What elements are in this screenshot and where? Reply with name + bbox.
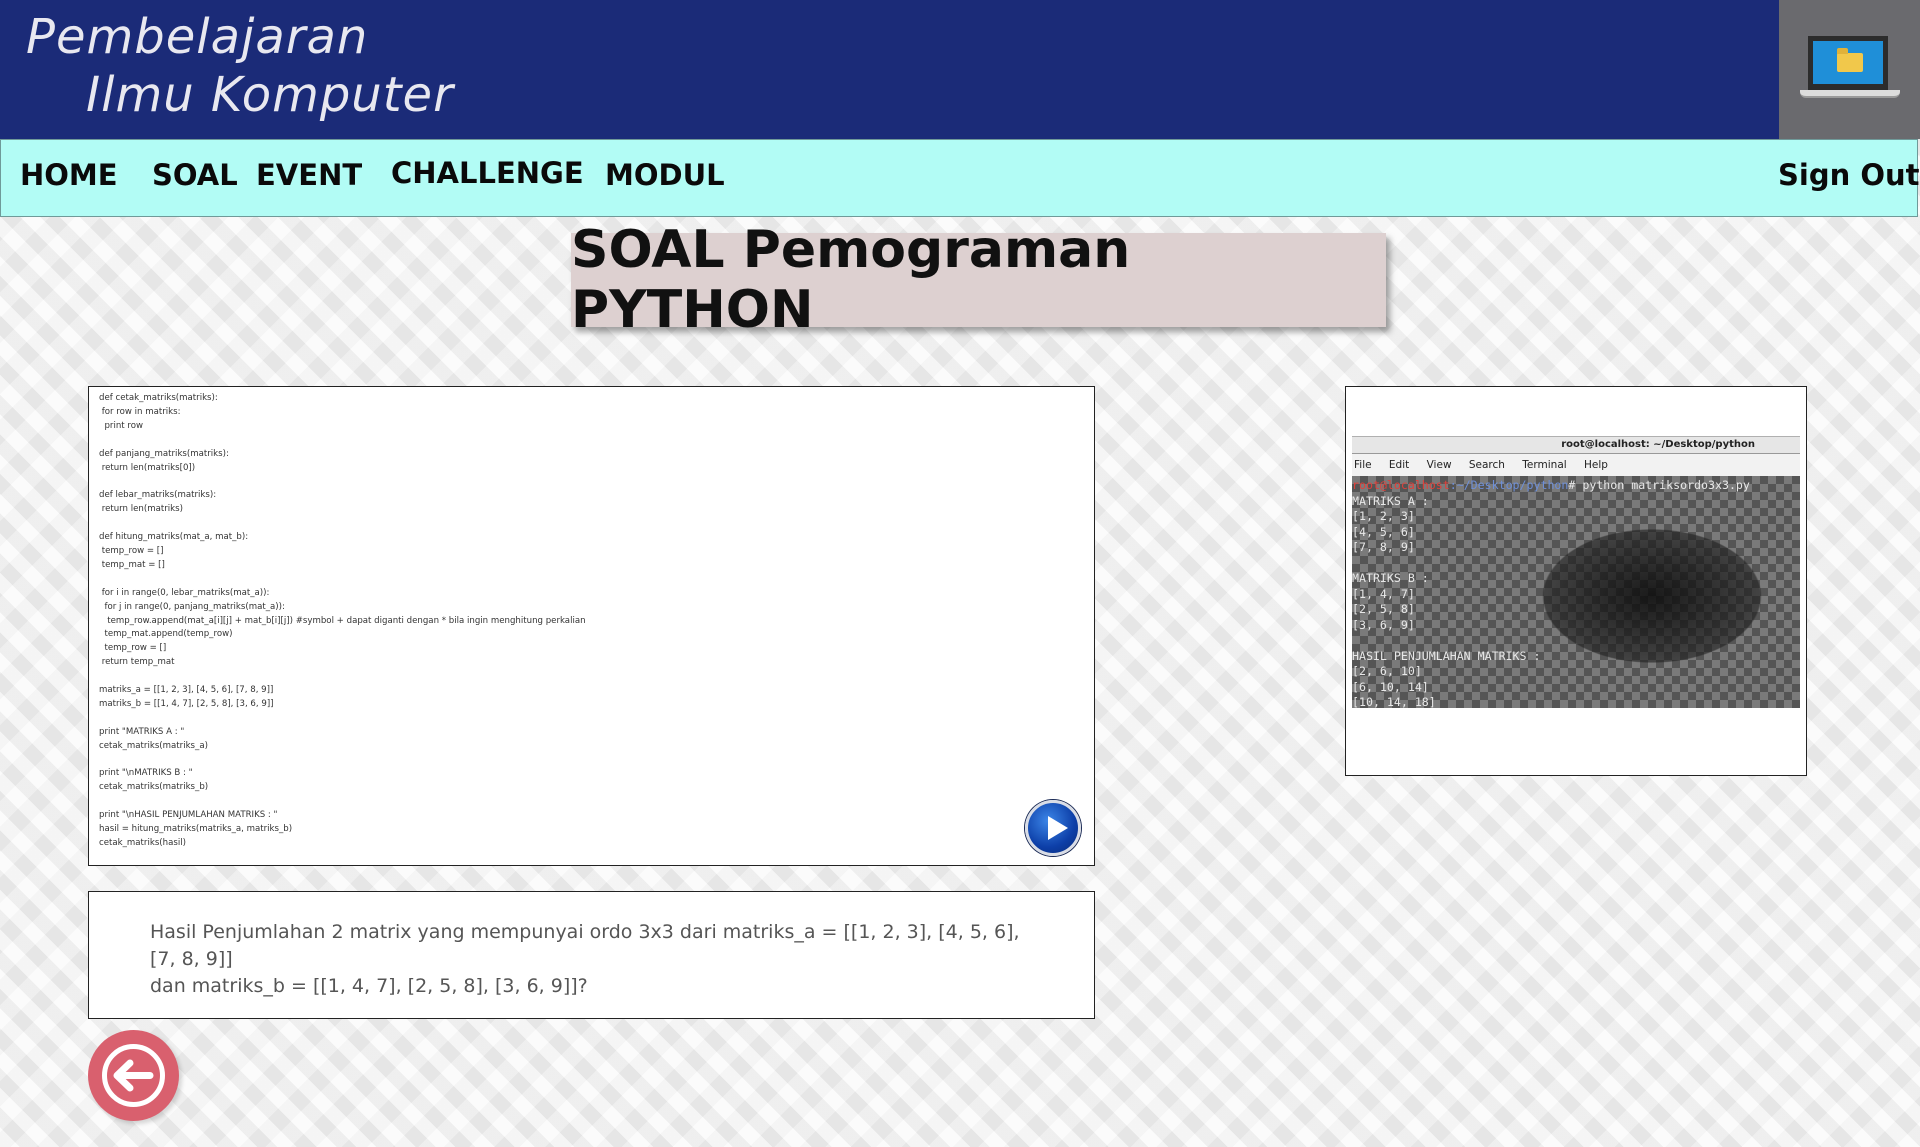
output-panel: root@localhost: ~/Desktop/python File Ed… [1345,386,1807,776]
terminal-output-line: MATRIKS B : [1352,571,1429,585]
terminal-command: # python matriksordo3x3.py [1568,478,1750,492]
terminal-output-line: [1, 2, 3] [1352,509,1415,523]
brand-line-2: Ilmu Komputer [86,67,454,123]
terminal-menu: File Edit View Search Terminal Help [1352,454,1800,476]
terminal-output: root@localhost:~/Desktop/python# python … [1352,478,1750,708]
nav-item-challenge[interactable]: CHALLENGE [391,156,584,190]
terminal-output-line: [10, 14, 18] [1352,695,1436,708]
code-line: cetak_matriks(matriks_b) [99,782,209,793]
code-line: temp_row.append(mat_a[i][j] + mat_b[i][j… [99,615,586,626]
code-line: cetak_matriks(matriks_a) [99,740,208,751]
back-button[interactable] [88,1030,179,1121]
code-line: matriks_b = [[1, 4, 7], [2, 5, 8], [3, 6… [99,698,274,709]
laptop-folder-icon [1808,36,1888,90]
code-line: def lebar_matriks(matriks): [99,490,217,501]
brand-line-1: Pembelajaran [26,9,369,65]
code-line: cetak_matriks(hasil) [99,838,186,848]
code-line: temp_mat = [] [99,559,165,570]
terminal-output-line: MATRIKS A : [1352,493,1429,508]
terminal-output-line: HASIL PENJUMLAHAN MATRIKS : [1352,648,1541,663]
nav-item-modul[interactable]: MODUL [605,158,725,192]
code-line: print "MATRIKS A : " [99,726,185,737]
code-line: return len(matriks[0]) [99,462,196,473]
nav-bar: HOME SOAL EVENT CHALLENGE MODUL Sign Out [0,139,1920,217]
code-line: for i in range(0, lebar_matriks(mat_a)): [99,587,270,598]
sign-out-link[interactable]: Sign Out [1778,158,1920,192]
page-title-box: SOAL Pemograman PYTHON [571,220,1386,340]
terminal-menu-help: Help [1584,459,1608,471]
question-line-1: Hasil Penjumlahan 2 matrix yang mempunya… [150,921,1020,970]
header-bar: Pembelajaran Ilmu Komputer [0,0,1779,140]
terminal-menu-view: View [1426,459,1452,471]
code-line: return len(matriks) [99,504,183,515]
terminal-menu-file: File [1354,459,1372,471]
terminal-output-line: [4, 5, 6] [1352,524,1415,539]
code-line: for j in range(0, panjang_matriks(mat_a)… [99,601,285,612]
terminal-prompt-path: :~/Desktop/python [1449,478,1569,492]
code-line: return temp_mat [99,657,175,668]
code-line: temp_row = [] [99,643,167,654]
nav-item-event[interactable]: EVENT [256,158,362,192]
terminal-output-line: [6, 10, 14] [1352,679,1429,694]
terminal-menu-edit: Edit [1388,459,1410,471]
terminal-prompt-user: root@localhost [1352,478,1450,492]
site-brand: Pembelajaran Ilmu Komputer [26,8,454,124]
terminal-body: root@localhost:~/Desktop/python# python … [1352,476,1800,708]
question-text: Hasil Penjumlahan 2 matrix yang mempunya… [150,919,1050,1000]
logo [1779,0,1920,139]
terminal-output-line: [1, 4, 7] [1352,586,1415,601]
code-line: def cetak_matriks(matriks): [99,393,218,403]
code-line: print "\nMATRIKS B : " [99,768,193,779]
terminal-output-line: [2, 6, 10] [1352,664,1422,678]
question-line-2: dan matriks_b = [[1, 4, 7], [2, 5, 8], [… [150,975,588,997]
code-panel: def cetak_matriks(matriks): for row in m… [88,386,1095,866]
terminal-title: root@localhost: ~/Desktop/python [1352,436,1800,454]
code-line: def hitung_matriks(mat_a, mat_b): [99,532,249,543]
terminal-menu-terminal: Terminal [1522,459,1567,471]
code-listing: def cetak_matriks(matriks): for row in m… [99,392,586,851]
code-line: print "\nHASIL PENJUMLAHAN MATRIKS : " [99,810,278,821]
terminal-output-line: [3, 6, 9] [1352,617,1415,632]
nav-item-soal[interactable]: SOAL [152,158,238,192]
code-line: hasil = hitung_matriks(matriks_a, matrik… [99,824,293,835]
terminal-output-line: [2, 5, 8] [1352,602,1415,616]
page-title: SOAL Pemograman PYTHON [571,220,1131,340]
terminal-screenshot: root@localhost: ~/Desktop/python File Ed… [1352,436,1800,714]
code-line: matriks_a = [[1, 2, 3], [4, 5, 6], [7, 8… [99,685,274,696]
code-line: def panjang_matriks(matriks): [99,448,229,459]
code-line: temp_row = [] [99,545,164,556]
nav-item-home[interactable]: HOME [20,158,118,192]
terminal-output-line: [7, 8, 9] [1352,540,1415,554]
code-line: for row in matriks: [99,406,181,417]
terminal-menu-search: Search [1468,459,1505,471]
question-panel: Hasil Penjumlahan 2 matrix yang mempunya… [88,891,1095,1019]
play-icon[interactable] [1025,800,1081,856]
code-line: temp_mat.append(temp_row) [99,629,233,640]
arrow-left-icon [102,1044,165,1107]
code-line: print row [99,420,144,431]
